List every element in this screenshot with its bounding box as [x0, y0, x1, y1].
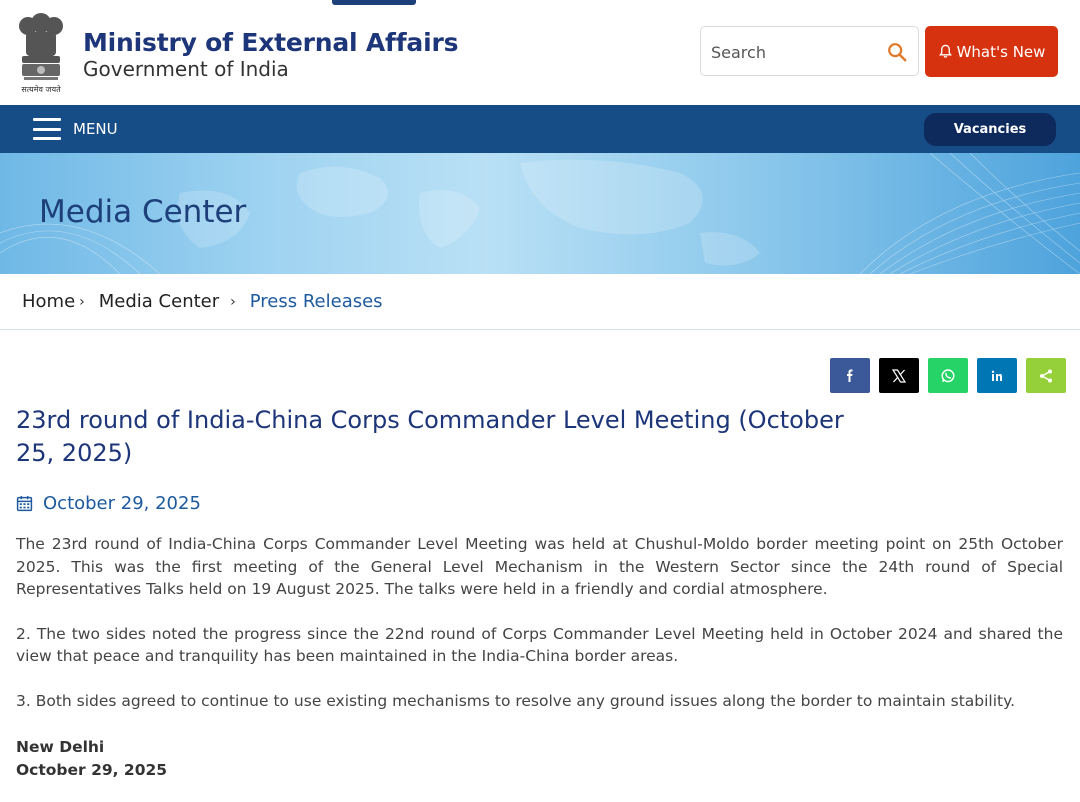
- whats-new-label: What's New: [956, 42, 1046, 61]
- bell-icon: [938, 44, 952, 58]
- ministry-name[interactable]: Ministry of External Affairs: [83, 28, 458, 57]
- breadcrumb-press-releases[interactable]: Press Releases: [250, 291, 383, 312]
- government-name: Government of India: [83, 57, 289, 81]
- national-emblem-logo[interactable]: सत्यमेव जयते: [14, 12, 68, 96]
- main-navbar: MENU Vacancies: [0, 105, 1080, 153]
- breadcrumb-media-center[interactable]: Media Center: [99, 291, 219, 312]
- page-banner: Media Center: [0, 153, 1080, 274]
- vacancies-button[interactable]: Vacancies: [924, 113, 1056, 146]
- x-share-button[interactable]: [879, 358, 919, 393]
- site-header: सत्यमेव जयते Ministry of External Affair…: [0, 6, 1080, 105]
- article-paragraph: The 23rd round of India-China Corps Comm…: [16, 535, 1063, 598]
- active-top-tab[interactable]: [332, 0, 416, 5]
- breadcrumb-separator: ›: [230, 293, 236, 310]
- calendar-icon: [16, 496, 33, 512]
- whats-new-button[interactable]: What's New: [925, 26, 1058, 77]
- whatsapp-icon: [941, 368, 955, 382]
- article-date-row: October 29, 2025: [16, 493, 201, 514]
- search-icon[interactable]: [886, 41, 908, 63]
- facebook-icon: [847, 369, 853, 382]
- breadcrumb-home[interactable]: Home: [22, 291, 75, 312]
- banner-title: Media Center: [39, 194, 247, 230]
- x-twitter-icon: [891, 368, 907, 383]
- article-signature: New Delhi October 29, 2025: [16, 736, 167, 781]
- linkedin-share-button[interactable]: [977, 358, 1017, 393]
- svg-text:सत्यमेव जयते: सत्यमेव जयते: [21, 84, 61, 94]
- ashoka-emblem-icon: सत्यमेव जयते: [19, 13, 63, 94]
- signature-date: October 29, 2025: [16, 760, 168, 779]
- article-body: The 23rd round of India-China Corps Comm…: [16, 533, 1063, 734]
- breadcrumb-separator: ›: [79, 293, 85, 310]
- article-date: October 29, 2025: [43, 493, 201, 514]
- whatsapp-share-button[interactable]: [928, 358, 968, 393]
- signature-place: New Delhi: [16, 738, 105, 756]
- article-paragraph: 3. Both sides agreed to continue to use …: [16, 691, 1015, 710]
- menu-button[interactable]: MENU: [33, 117, 118, 141]
- breadcrumb: Home › Media Center › Press Releases: [0, 274, 1080, 330]
- share-buttons: [830, 358, 1066, 393]
- hamburger-icon: [33, 118, 61, 140]
- linkedin-icon: [991, 370, 1002, 381]
- facebook-share-button[interactable]: [830, 358, 870, 393]
- search-box: [700, 26, 919, 76]
- article-paragraph: 2. The two sides noted the progress sinc…: [16, 624, 1063, 666]
- article-title: 23rd round of India-China Corps Commande…: [16, 406, 844, 467]
- search-input[interactable]: [711, 40, 871, 64]
- generic-share-button[interactable]: [1026, 358, 1066, 393]
- menu-label: MENU: [73, 120, 118, 138]
- share-icon: [1040, 369, 1052, 382]
